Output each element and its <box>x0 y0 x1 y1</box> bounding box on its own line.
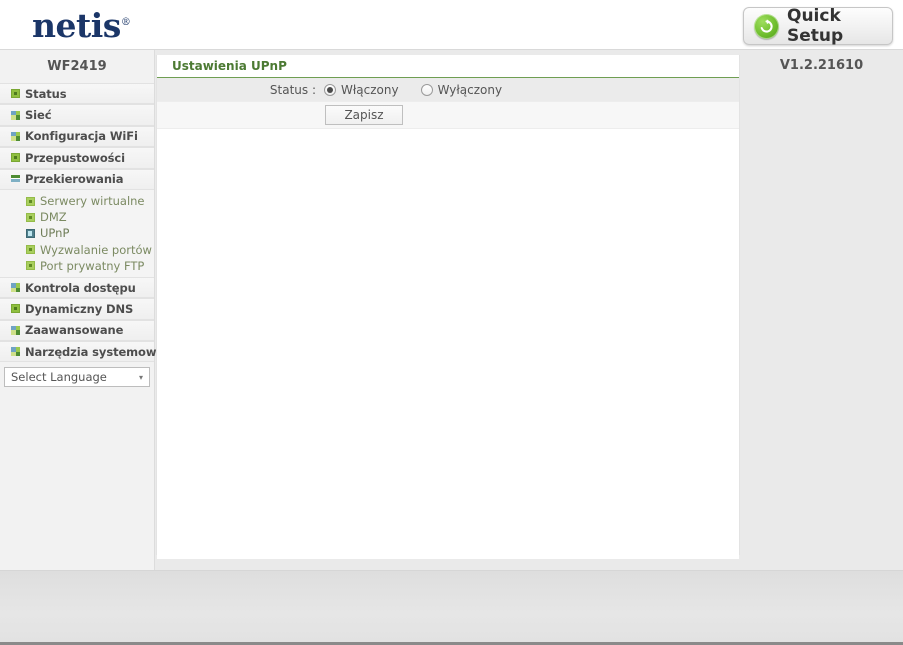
sidebar-subitem-upnp[interactable]: UPnP <box>0 225 154 241</box>
quick-setup-label: Quick Setup <box>787 6 844 46</box>
sidebar-subitem-dmz[interactable]: DMZ <box>0 209 154 225</box>
content-empty-area <box>157 129 739 559</box>
radio-icon-enabled[interactable] <box>324 83 336 96</box>
multi-tile-icon <box>11 325 20 335</box>
sidebar-item-przepustowosci[interactable]: Przepustowości <box>0 147 154 169</box>
sidebar-subitem-label: Wyzwalanie portów <box>40 242 152 257</box>
router-admin-page: netis® Quick Setup WF2419 Status Sieć Ko… <box>0 0 903 645</box>
sidebar-subitem-label: UPnP <box>40 226 70 241</box>
status-row: Status : Włączony Wyłączony <box>157 78 739 102</box>
sidebar-item-zaawansowane[interactable]: Zaawansowane <box>0 319 154 342</box>
radio-label-disabled: Wyłączony <box>437 82 503 97</box>
sidebar-subitem-label: Port prywatny FTP <box>40 258 145 273</box>
sidebar-item-przekierowania[interactable]: Przekierowania <box>0 168 154 190</box>
page-body: WF2419 Status Sieć Konfiguracja WiFi Prz… <box>0 50 903 570</box>
language-select-value: Select Language <box>11 370 107 385</box>
content-panel: Ustawienia UPnP Status : Włączony Wyłącz… <box>156 55 740 559</box>
right-column: V1.2.21610 <box>740 50 903 570</box>
green-tile-icon <box>11 304 20 314</box>
page-title: Ustawienia UPnP <box>157 55 739 78</box>
sidebar-item-label: Zaawansowane <box>25 323 124 338</box>
sidebar-item-status[interactable]: Status <box>0 83 154 105</box>
sidebar-item-kontrola-dostepu[interactable]: Kontrola dostępu <box>0 276 154 299</box>
sidebar-item-label: Narzędzia systemowe <box>25 344 165 359</box>
multi-tile-icon <box>11 110 20 120</box>
actions-field: Zapisz <box>324 105 403 125</box>
multi-tile-icon <box>11 347 20 357</box>
sidebar-item-narzedzia-systemowe[interactable]: Narzędzia systemowe <box>0 341 164 363</box>
blue-square-icon <box>26 228 35 238</box>
radio-option-disabled[interactable]: Wyłączony <box>420 82 503 97</box>
registered-mark-icon: ® <box>120 17 131 28</box>
router-model-name: WF2419 <box>0 50 154 83</box>
sidebar-item-label: Konfiguracja WiFi <box>25 129 138 144</box>
page-footer <box>0 570 903 642</box>
sidebar-item-konfiguracja-wifi[interactable]: Konfiguracja WiFi <box>0 125 154 148</box>
sidebar-item-label: Kontrola dostępu <box>25 280 136 295</box>
green-tile-icon <box>11 153 20 163</box>
sidebar-submenu-przekierowania: Serwery wirtualne DMZ UPnP Wyzwalanie po… <box>0 189 154 277</box>
sidebar-item-label: Status <box>25 86 67 101</box>
multi-tile-icon <box>11 283 20 293</box>
radio-label-enabled: Włączony <box>341 82 399 97</box>
sidebar-subitem-port-prywatny-ftp[interactable]: Port prywatny FTP <box>0 258 154 274</box>
logo-text: netis <box>32 6 121 45</box>
quick-setup-button[interactable]: Quick Setup <box>743 6 893 46</box>
sidebar-item-label: Dynamiczny DNS <box>25 301 134 316</box>
status-radio-group: Włączony Wyłączony <box>324 83 524 97</box>
sidebar-item-dynamiczny-dns[interactable]: Dynamiczny DNS <box>0 298 154 320</box>
sidebar: WF2419 Status Sieć Konfiguracja WiFi Prz… <box>0 50 164 570</box>
status-label: Status : <box>269 82 316 97</box>
chevron-down-icon: ▾ <box>138 372 143 382</box>
sidebar-subitem-label: DMZ <box>40 210 67 225</box>
sidebar-item-label: Przepustowości <box>25 150 125 165</box>
green-tile-icon <box>11 89 20 99</box>
save-button[interactable]: Zapisz <box>325 105 403 125</box>
green-square-icon <box>26 245 35 255</box>
actions-row: Zapisz <box>157 102 739 129</box>
refresh-circle-icon <box>754 13 779 39</box>
sidebar-subitem-serwery-wirtualne[interactable]: Serwery wirtualne <box>0 193 154 209</box>
sidebar-item-siec[interactable]: Sieć <box>0 104 154 126</box>
radio-icon-disabled[interactable] <box>420 83 433 96</box>
sidebar-subitem-wyzwalanie-portow[interactable]: Wyzwalanie portów <box>0 242 154 258</box>
sidebar-item-label: Przekierowania <box>25 172 124 187</box>
green-square-icon <box>26 196 35 206</box>
bars-tile-icon <box>11 174 20 184</box>
sidebar-subitem-label: Serwery wirtualne <box>40 194 145 209</box>
radio-option-enabled[interactable]: Włączony <box>324 83 399 97</box>
green-square-icon <box>26 212 35 222</box>
firmware-version: V1.2.21610 <box>779 58 864 73</box>
netis-logo: netis® <box>32 6 131 45</box>
language-select[interactable]: Select Language ▾ <box>4 367 150 388</box>
sidebar-item-label: Sieć <box>25 108 52 123</box>
page-header: netis® Quick Setup <box>0 0 903 50</box>
multi-tile-icon <box>11 131 20 141</box>
green-square-icon <box>26 261 35 271</box>
